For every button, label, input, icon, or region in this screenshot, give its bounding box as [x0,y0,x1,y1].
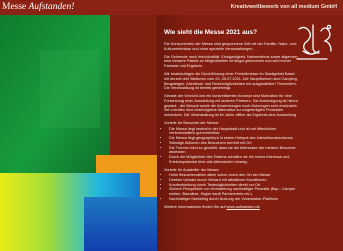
exhibitor-benefits-title: Vorteile für Aussteller der Messe: [164,167,220,172]
website-link[interactable]: www.aufstanden.de [227,205,260,209]
article-content: Wie sieht die Messe 2021 aus? Die Konsum… [164,29,300,213]
list-item: Die Themen sind so gewählt, dass sie die… [169,146,300,155]
list-item: Sichere Perspektive zur Vermarktung nach… [169,187,300,196]
header-contest-label[interactable]: Kreativwettbewerb von all medium GmbH [231,2,337,12]
header-bar: Messe Aufstanden! Kreativwettbewerb von … [0,0,343,16]
visitor-benefits-list: Die Messe liegt zentral in der Hauptstad… [164,127,300,165]
article-paragraph: Wir beabsichtigen die Durchführung einer… [164,72,298,91]
brand-tagline: Aufstanden! [28,2,75,12]
list-item: Nachhaltiger Marketing durch Nutzung der… [169,197,300,202]
article-paragraph: Die Konsumenten der Messe sind gesponnen… [164,42,297,51]
article-footer: Weitere Informationen finden Sie auf www… [164,205,300,210]
brand-name: Messe [2,2,27,12]
brand-logo[interactable]: Messe Aufstanden! [2,1,74,13]
hero-image [0,15,157,251]
footer-text: Weitere Informationen finden Sie auf [164,204,226,209]
article-title: Wie sieht die Messe 2021 aus? [164,29,258,36]
article-panel: Wie sieht die Messe 2021 aus? Die Konsum… [157,15,343,251]
list-item: Durch die Möglichkeit des Testens schaff… [169,155,300,164]
exhibitor-benefits-list: Hohe Besucherzahlen allein schon durch d… [164,173,300,201]
list-item: Die Messe liegt zentral in der Hauptstad… [169,127,300,136]
visitor-benefits-title: Vorteile für Besucher der Messe: [164,121,220,126]
article-paragraph: Die Gehrende nach Individualität, Einzig… [164,54,298,69]
article-paragraph: Gerade der Verzicht und ein konkretisier… [164,94,298,118]
